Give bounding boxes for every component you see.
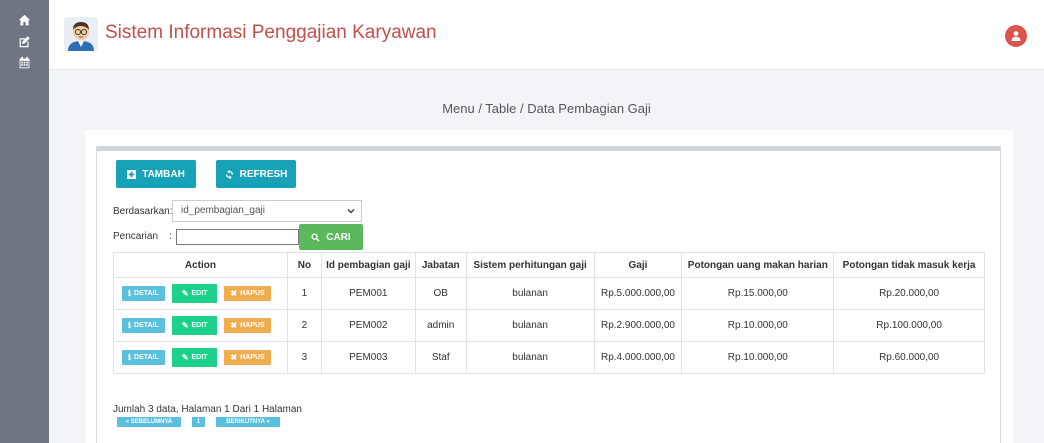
search-field-select[interactable]: id_pembagian_gaji bbox=[172, 200, 362, 222]
cell-jabatan: OB bbox=[414, 277, 467, 310]
detail-button[interactable]: ℹ DETAIL bbox=[122, 286, 165, 301]
sidebar bbox=[0, 0, 49, 443]
col-header-action: Action bbox=[113, 252, 288, 278]
home-icon[interactable] bbox=[16, 12, 32, 28]
hapus-button[interactable]: ✖ HAPUS bbox=[224, 350, 271, 365]
detail-label: DETAIL bbox=[134, 322, 159, 329]
chevron-down-icon bbox=[347, 209, 355, 214]
pencarian-separator: : bbox=[169, 231, 172, 242]
calendar-icon[interactable] bbox=[16, 54, 32, 70]
top-header: Sistem Informasi Penggajian Karyawan bbox=[49, 0, 1044, 70]
table-row: ℹ DETAIL ✎ EDIT ✖ HAPUS 2 PEM002 admin bula… bbox=[113, 309, 985, 342]
refresh-label: REFRESH bbox=[239, 168, 288, 180]
prev-page-button[interactable]: « SEBELUMNYA bbox=[117, 417, 181, 427]
app-logo bbox=[64, 17, 98, 51]
col-header-sistem: Sistem perhitungan gaji bbox=[465, 252, 595, 278]
edit-button[interactable]: ✎ EDIT bbox=[171, 348, 218, 367]
cell-sistem: bulanan bbox=[465, 309, 595, 342]
col-header-no: No bbox=[286, 252, 322, 278]
edit-label: EDIT bbox=[191, 290, 208, 297]
page-1-button[interactable]: 1 bbox=[192, 417, 205, 427]
hapus-button[interactable]: ✖ HAPUS bbox=[224, 286, 271, 301]
edit-label: EDIT bbox=[191, 322, 208, 329]
cari-label: CARI bbox=[326, 231, 351, 243]
user-icon bbox=[1011, 31, 1021, 41]
cell-gaji: Rp.4.000.000,00 bbox=[593, 341, 683, 374]
berdasarkan-label: Berdasarkan: bbox=[113, 206, 173, 217]
edit-button[interactable]: ✎ EDIT bbox=[171, 284, 218, 303]
refresh-button[interactable]: REFRESH bbox=[216, 160, 296, 188]
hapus-label: HAPUS bbox=[240, 290, 265, 297]
cell-sistem: bulanan bbox=[465, 341, 595, 374]
hapus-label: HAPUS bbox=[240, 354, 265, 361]
pencarian-label: Pencarian bbox=[113, 231, 159, 242]
table-row: ℹ DETAIL ✎ EDIT ✖ HAPUS 3 PEM003 Staf bulan… bbox=[113, 341, 985, 374]
cell-sistem: bulanan bbox=[465, 277, 595, 310]
refresh-icon bbox=[225, 169, 233, 179]
action-cell: ℹ DETAIL ✎ EDIT ✖ HAPUS bbox=[113, 277, 288, 310]
breadcrumb: Menu / Table / Data Pembagian Gaji bbox=[442, 101, 651, 116]
selected-field-value: id_pembagian_gaji bbox=[181, 205, 265, 216]
plus-square-icon bbox=[127, 169, 137, 179]
user-menu-button[interactable] bbox=[1005, 25, 1027, 47]
cell-potongan-makan: Rp.10.000,00 bbox=[681, 309, 835, 342]
delete-icon: ✖ bbox=[230, 321, 238, 330]
cell-gaji: Rp.5.000.000,00 bbox=[593, 277, 683, 310]
action-cell: ℹ DETAIL ✎ EDIT ✖ HAPUS bbox=[113, 341, 288, 374]
delete-icon: ✖ bbox=[230, 289, 238, 298]
action-cell: ℹ DETAIL ✎ EDIT ✖ HAPUS bbox=[113, 309, 288, 342]
detail-label: DETAIL bbox=[134, 290, 159, 297]
info-icon: ℹ bbox=[128, 289, 132, 298]
tambah-button[interactable]: TAMBAH bbox=[116, 160, 196, 188]
search-icon bbox=[311, 232, 320, 242]
edit-label: EDIT bbox=[191, 354, 208, 361]
edit-icon: ✎ bbox=[181, 321, 189, 330]
hapus-button[interactable]: ✖ HAPUS bbox=[224, 318, 271, 333]
info-icon: ℹ bbox=[128, 353, 132, 362]
edit-icon: ✎ bbox=[181, 289, 189, 298]
table-header-row: Action No Id pembagian gaji Jabatan Sist… bbox=[113, 252, 985, 278]
col-header-gaji: Gaji bbox=[593, 252, 683, 278]
cell-gaji: Rp.2.900.000,00 bbox=[593, 309, 683, 342]
cell-potongan-absen: Rp.100.000,00 bbox=[833, 309, 985, 342]
cell-jabatan: Staf bbox=[414, 341, 467, 374]
delete-icon: ✖ bbox=[230, 353, 238, 362]
cari-button[interactable]: CARI bbox=[299, 224, 363, 250]
cell-id: PEM002 bbox=[320, 309, 416, 342]
col-header-jabatan: Jabatan bbox=[414, 252, 467, 278]
edit-button[interactable]: ✎ EDIT bbox=[171, 316, 218, 335]
hapus-label: HAPUS bbox=[240, 322, 265, 329]
cell-no: 3 bbox=[286, 341, 322, 374]
cell-potongan-makan: Rp.15.000,00 bbox=[681, 277, 835, 310]
col-header-potongan-absen: Potongan tidak masuk kerja bbox=[833, 252, 985, 278]
cell-potongan-absen: Rp.20.000,00 bbox=[833, 277, 985, 310]
detail-button[interactable]: ℹ DETAIL bbox=[122, 318, 165, 333]
info-icon: ℹ bbox=[128, 321, 132, 330]
cell-jabatan: admin bbox=[414, 309, 467, 342]
col-header-potongan-makan: Potongan uang makan harian bbox=[681, 252, 835, 278]
data-table: Action No Id pembagian gaji Jabatan Sist… bbox=[113, 252, 985, 374]
cell-id: PEM001 bbox=[320, 277, 416, 310]
pagination-info: Jumlah 3 data, Halaman 1 Dari 1 Halaman bbox=[113, 404, 302, 415]
cell-no: 2 bbox=[286, 309, 322, 342]
detail-label: DETAIL bbox=[134, 354, 159, 361]
edit-icon[interactable] bbox=[16, 33, 32, 49]
app-title: Sistem Informasi Penggajian Karyawan bbox=[105, 22, 437, 43]
col-header-id: Id pembagian gaji bbox=[320, 252, 416, 278]
cell-no: 1 bbox=[286, 277, 322, 310]
detail-button[interactable]: ℹ DETAIL bbox=[122, 350, 165, 365]
table-row: ℹ DETAIL ✎ EDIT ✖ HAPUS 1 PEM001 OB bulanan… bbox=[113, 277, 985, 310]
cell-potongan-makan: Rp.10.000,00 bbox=[681, 341, 835, 374]
next-page-button[interactable]: BERIKUTNYA » bbox=[216, 417, 280, 427]
cell-potongan-absen: Rp.60.000,00 bbox=[833, 341, 985, 374]
edit-icon: ✎ bbox=[181, 353, 189, 362]
search-input[interactable] bbox=[176, 229, 299, 245]
cell-id: PEM003 bbox=[320, 341, 416, 374]
tambah-label: TAMBAH bbox=[142, 168, 185, 180]
